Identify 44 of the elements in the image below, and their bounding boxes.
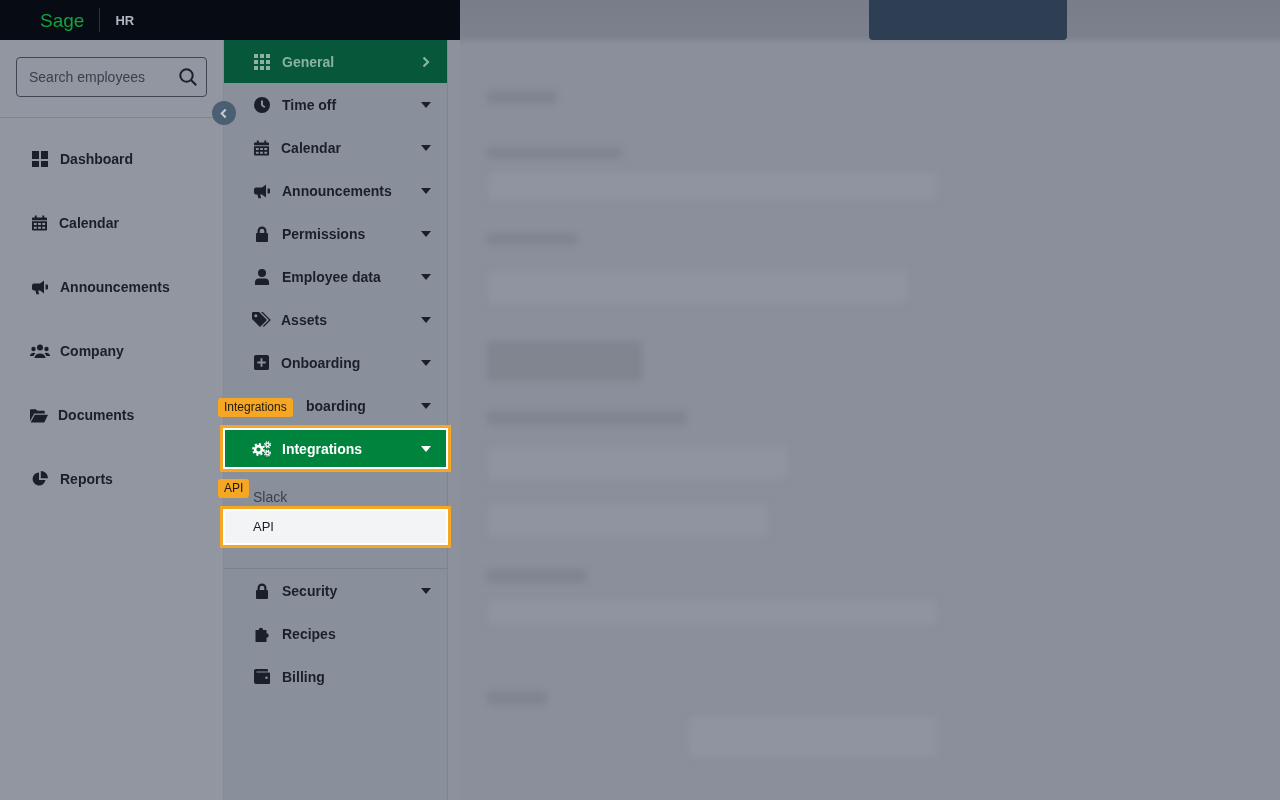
tour-tooltip: Integrations [218, 398, 293, 417]
search-field[interactable]: Search employees [16, 57, 207, 97]
megaphone-icon [254, 182, 270, 199]
person-icon [254, 268, 270, 285]
submenu-item[interactable]: API [220, 506, 451, 548]
settings-menu-item[interactable]: Recipes [237, 612, 447, 655]
settings-menu-item[interactable]: Calendar [237, 126, 447, 169]
folder-icon [30, 407, 48, 423]
wallet-icon [254, 669, 270, 684]
settings-menu-item[interactable]: Onboarding [237, 341, 447, 384]
chevron-left-icon [220, 107, 227, 119]
settings-menu-item[interactable]: General [224, 40, 447, 83]
settings-menu-item[interactable]: Security [237, 569, 447, 612]
product-name: HR [115, 12, 135, 28]
search-icon[interactable] [179, 68, 197, 86]
settings-menu-item[interactable]: Assets [237, 298, 447, 341]
settings-menu-item[interactable]: Employee data [237, 255, 447, 298]
grid-icon [254, 53, 270, 70]
people-icon [30, 343, 50, 359]
tour-tooltip: API [218, 479, 250, 498]
sidebar-item[interactable]: Dashboard [0, 127, 223, 191]
clock-icon [254, 96, 270, 113]
sidebar-item[interactable]: Calendar [0, 191, 223, 255]
lock-icon [254, 225, 270, 242]
chevron-right-icon [422, 55, 430, 68]
megaphone-icon [32, 279, 48, 295]
submenu-item[interactable]: Slack [253, 480, 447, 506]
sidebar-item[interactable]: Announcements [0, 255, 223, 319]
settings-menu-item[interactable]: Integrations [220, 425, 451, 472]
calendar-icon [32, 215, 47, 231]
lock-icon [254, 582, 270, 599]
settings-menu-item[interactable]: Time off [237, 83, 447, 126]
settings-menu-item[interactable]: boarding [306, 384, 447, 427]
dashboard-icon [32, 151, 48, 167]
sidebar-item[interactable]: Company [0, 319, 223, 383]
puzzle-icon [254, 625, 270, 642]
calendar-icon [254, 139, 269, 156]
gears-icon [252, 440, 272, 457]
logo: Sage [40, 10, 85, 30]
settings-menu-item[interactable]: Billing [237, 655, 447, 698]
settings-menu-item[interactable]: Announcements [237, 169, 447, 212]
tags-icon [252, 311, 271, 328]
settings-menu-item[interactable]: Permissions [237, 212, 447, 255]
pie-chart-icon [32, 471, 48, 487]
